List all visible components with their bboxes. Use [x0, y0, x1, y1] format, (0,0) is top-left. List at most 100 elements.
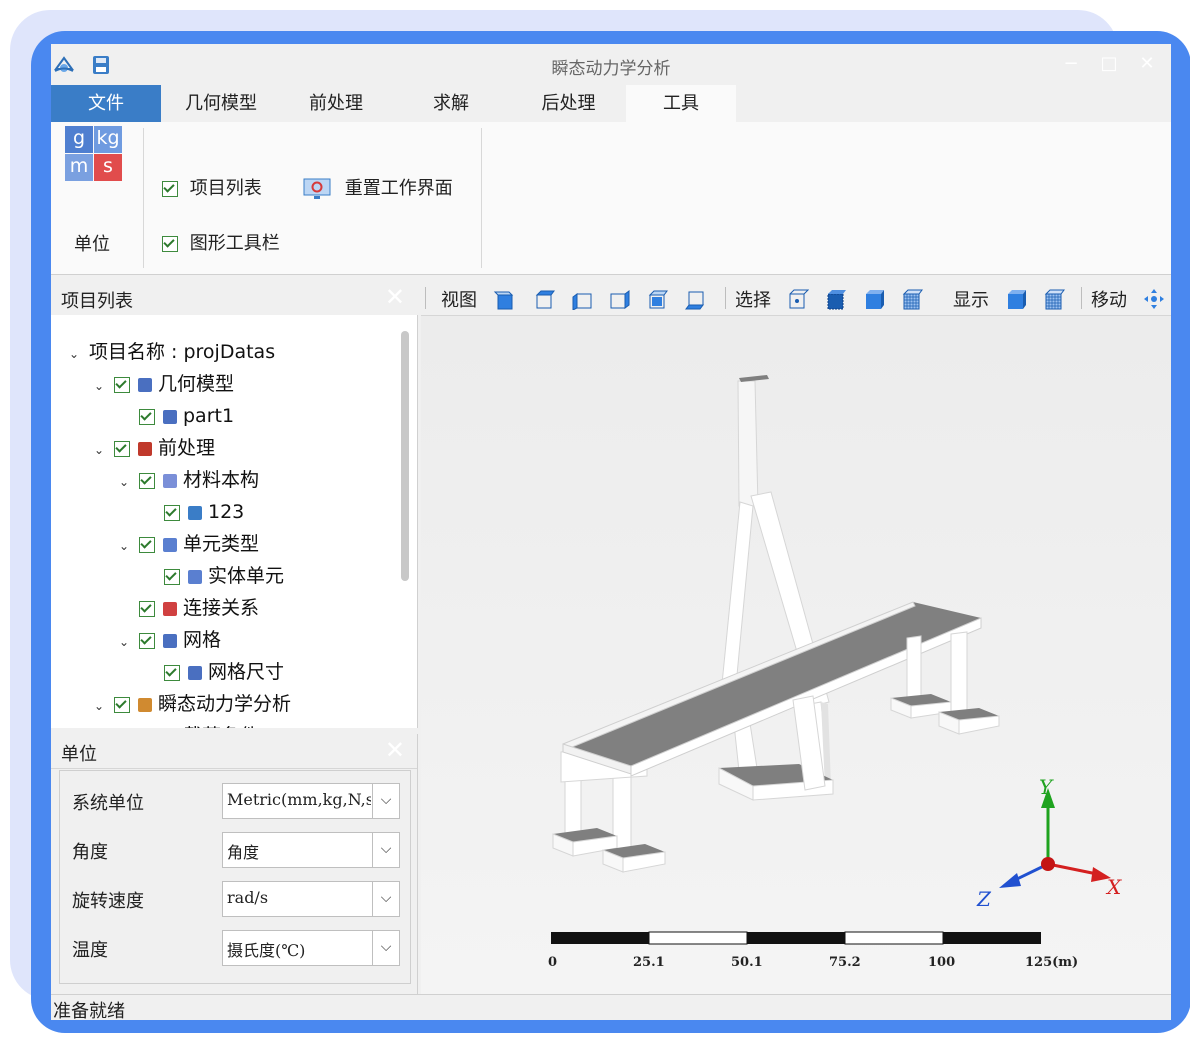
chevron-down-icon[interactable]: ⌄	[119, 627, 133, 657]
chevron-down-icon[interactable]: ⌄	[119, 467, 133, 497]
view-top-icon[interactable]	[533, 288, 555, 310]
chevron-down-icon[interactable]: ⌄	[94, 691, 108, 721]
checkbox-icon[interactable]	[139, 472, 155, 489]
tree-item[interactable]: ⌄ 前处理	[94, 433, 215, 463]
scale-label-100: 100	[928, 955, 955, 970]
chevron-down-icon[interactable]: ⌵	[372, 882, 399, 916]
chevron-down-icon[interactable]: ⌵	[372, 931, 399, 965]
tree-item-label: 项目名称 : projDatas	[89, 341, 276, 363]
checkbox-icon[interactable]	[139, 408, 155, 425]
checkbox-icon[interactable]	[114, 696, 130, 713]
move-arrows-icon[interactable]	[1143, 288, 1165, 310]
check-graphics-toolbar[interactable]: 图形工具栏	[162, 229, 280, 255]
close-icon[interactable]: ✕	[385, 736, 405, 764]
checkbox-icon[interactable]	[114, 376, 130, 393]
view-front-icon[interactable]	[493, 288, 515, 310]
checkbox-icon[interactable]	[164, 664, 180, 681]
graphics-viewport[interactable]: Y X Z 0 25.1 50.1 75.2 100 125(m)	[421, 316, 1171, 994]
close-button[interactable]: ✕	[1132, 52, 1162, 76]
tree-item[interactable]: 网格尺寸	[144, 657, 284, 687]
chevron-down-icon[interactable]: ⌄	[119, 531, 133, 561]
select-body-icon[interactable]	[863, 288, 885, 310]
tab-solve[interactable]: 求解	[391, 85, 511, 122]
preprocess-icon	[138, 441, 152, 456]
chevron-down-icon[interactable]: ⌵	[372, 833, 399, 867]
rotation-unit-select[interactable]: rad/s ⌵	[222, 881, 400, 917]
unit-row-angle: 角度 角度 ⌵	[60, 826, 410, 874]
maximize-button[interactable]: □	[1094, 52, 1124, 76]
reset-workspace-button[interactable]: 重置工作界面	[303, 174, 453, 200]
unit-row-label: 温度	[72, 940, 108, 961]
view-left-icon[interactable]	[571, 288, 593, 310]
tree-item[interactable]: ⌄ 几何模型	[94, 369, 234, 399]
status-text: 准备就绪	[53, 1001, 125, 1020]
tree-item[interactable]: 连接关系	[119, 593, 259, 623]
checkbox-icon[interactable]	[162, 236, 178, 252]
minimize-button[interactable]: −	[1056, 52, 1086, 76]
temperature-unit-select[interactable]: 摄氏度(℃) ⌵	[222, 930, 400, 966]
tree-item-label: 材料本构	[183, 469, 260, 491]
select-value: 角度	[227, 843, 260, 862]
check-graphics-toolbar-label: 图形工具栏	[189, 233, 280, 254]
tree-item[interactable]: ⌄ 材料本构	[119, 465, 259, 495]
view-right-icon[interactable]	[609, 288, 631, 310]
tab-file[interactable]: 文件	[51, 85, 161, 122]
analysis-icon	[138, 697, 152, 712]
angle-unit-select[interactable]: 角度 ⌵	[222, 832, 400, 868]
chevron-down-icon[interactable]: ⌄	[94, 371, 108, 401]
grid-icon	[188, 505, 202, 520]
select-node-icon[interactable]	[787, 288, 809, 310]
select-element-icon[interactable]	[825, 288, 847, 310]
view-bottom-icon[interactable]	[685, 288, 707, 310]
check-project-list[interactable]: 项目列表	[162, 174, 262, 200]
tree-item[interactable]: ⌄ 项目名称 : projDatas	[69, 337, 275, 367]
system-unit-select[interactable]: Metric(mm,kg,N,s ⌵	[222, 783, 400, 819]
window-title: 瞬态动力学分析	[551, 59, 671, 79]
tab-postprocess[interactable]: 后处理	[511, 85, 626, 122]
scrollbar-thumb[interactable]	[401, 331, 409, 581]
tree-item[interactable]: 载荷条件	[119, 721, 259, 728]
tree-item[interactable]: ⌄ 单元类型	[119, 529, 259, 559]
checkbox-icon[interactable]	[139, 536, 155, 553]
tree-item-label: 123	[208, 501, 245, 523]
tree-item[interactable]: part1	[119, 401, 234, 431]
close-icon[interactable]: ✕	[385, 283, 405, 311]
display-label: 显示	[953, 290, 989, 311]
tab-preprocess[interactable]: 前处理	[281, 85, 391, 122]
unit-letter-s: s	[94, 154, 122, 181]
checkbox-icon[interactable]	[162, 181, 178, 197]
bridge-model-view[interactable]: Y X Z 0 25.1 50.1 75.2 100 125(m)	[421, 316, 1171, 994]
checkbox-icon[interactable]	[139, 632, 155, 649]
tree-item-label: 连接关系	[183, 597, 260, 619]
tree-item[interactable]: 123	[144, 497, 244, 527]
checkbox-icon[interactable]	[164, 504, 180, 521]
select-mesh-icon[interactable]	[901, 288, 923, 310]
scale-label-0: 0	[548, 955, 557, 970]
project-panel-title: 项目列表	[61, 291, 133, 312]
scale-label-125: 125(m)	[1025, 955, 1078, 970]
tree-item[interactable]: 实体单元	[144, 561, 284, 591]
unit-letter-g: g	[65, 126, 93, 153]
part-icon	[163, 409, 177, 424]
z-axis-label: Z	[976, 887, 992, 911]
material-icon	[163, 473, 177, 488]
chevron-down-icon[interactable]: ⌵	[372, 784, 399, 818]
tree-scrollbar[interactable]	[401, 331, 409, 711]
view-back-icon[interactable]	[647, 288, 669, 310]
checkbox-icon[interactable]	[114, 440, 130, 457]
chevron-down-icon[interactable]: ⌄	[69, 339, 83, 369]
tab-geometry[interactable]: 几何模型	[161, 85, 281, 122]
checkbox-icon[interactable]	[164, 568, 180, 585]
chevron-down-icon[interactable]: ⌄	[94, 435, 108, 465]
units-button-label[interactable]: 单位	[74, 230, 110, 256]
checkbox-icon[interactable]	[139, 600, 155, 617]
connection-icon	[163, 601, 177, 616]
units-icon[interactable]: g kg m s	[65, 126, 123, 182]
monitor-reset-icon	[303, 178, 331, 199]
tab-tools[interactable]: 工具	[626, 85, 736, 122]
display-mesh-icon[interactable]	[1043, 288, 1065, 310]
project-tree: ⌄ 项目名称 : projDatas ⌄ 几何模型 part1 ⌄ 前处理 ⌄ 材料本构 123 ⌄…	[51, 315, 418, 728]
display-solid-icon[interactable]	[1005, 288, 1027, 310]
tree-item[interactable]: ⌄ 瞬态动力学分析	[94, 689, 291, 719]
tree-item[interactable]: ⌄ 网格	[119, 625, 221, 655]
